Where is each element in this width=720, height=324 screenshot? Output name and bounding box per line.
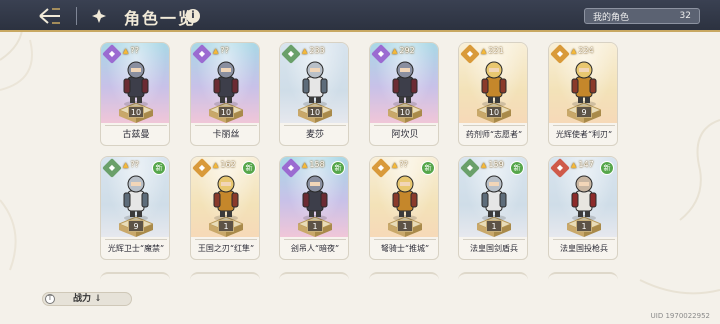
character-name: 光辉卫士“魔禁” [107, 244, 165, 253]
new-badge: 新 [510, 161, 524, 175]
partial-card-row3[interactable] [279, 272, 349, 292]
character-card[interactable]: ◆??10古兹曼 [100, 42, 170, 146]
character-name: 王国之刃“红隼” [197, 244, 255, 253]
character-power: 221 [481, 46, 503, 55]
character-card[interactable]: ◆29210阿坎贝 [369, 42, 439, 146]
character-level: 1 [307, 220, 323, 232]
character-level: 10 [307, 106, 323, 118]
character-name: 卡丽丝 [212, 130, 240, 140]
character-level: 1 [397, 220, 413, 232]
header-divider [76, 7, 77, 25]
character-card[interactable]: ◆162新1王国之刃“红隼” [190, 156, 260, 260]
character-power: 233 [302, 46, 324, 55]
character-card[interactable]: ◆??10卡丽丝 [190, 42, 260, 146]
character-sprite-icon [392, 175, 418, 221]
character-level: 1 [486, 220, 502, 232]
sort-label: 战力 ↓ [73, 294, 102, 304]
character-card[interactable]: ◆22110药剂师“志愿者” [458, 42, 528, 146]
my-characters-counter: 我的角色 32 [584, 8, 700, 24]
character-level: 1 [218, 220, 234, 232]
character-name: 药剂师“志愿者” [465, 130, 523, 139]
character-level: 10 [486, 106, 502, 118]
character-level: 9 [128, 220, 144, 232]
character-name: 法皇国剑盾兵 [470, 244, 518, 253]
back-arrow-icon[interactable] [38, 6, 62, 26]
character-sprite-icon [481, 175, 507, 221]
my-characters-count: 32 [679, 11, 691, 21]
character-card[interactable]: ◆??新1弩骑士“推城” [369, 156, 439, 260]
new-badge: 新 [331, 161, 345, 175]
partial-card-row3[interactable] [190, 272, 260, 292]
character-level: 10 [128, 106, 144, 118]
character-name: 刽吊人“暗夜” [290, 244, 340, 253]
new-badge: 新 [152, 161, 166, 175]
partial-card-row3[interactable] [100, 272, 170, 292]
character-sprite-icon [481, 61, 507, 107]
partial-card-row3[interactable] [369, 272, 439, 292]
character-level: 10 [218, 106, 234, 118]
character-sprite-icon [213, 175, 239, 221]
character-power: ?? [123, 46, 139, 55]
character-sprite-icon [302, 175, 328, 221]
character-power: 159 [481, 160, 503, 169]
character-power: 292 [392, 46, 414, 55]
character-level: 9 [576, 106, 592, 118]
character-power: ?? [123, 160, 139, 169]
character-power: 158 [302, 160, 324, 169]
character-name: 光辉使者“利刃” [555, 130, 613, 139]
new-badge: 新 [600, 161, 614, 175]
character-level: 1 [576, 220, 592, 232]
character-power: 162 [213, 160, 235, 169]
character-level: 10 [397, 106, 413, 118]
info-icon[interactable]: i [186, 9, 200, 23]
character-list-icon [92, 9, 106, 23]
uid-label: UID 1970022952 [650, 312, 710, 320]
character-card[interactable]: ◆23310麦莎 [279, 42, 349, 146]
sort-toggle-icon: T [45, 294, 55, 304]
character-name: 法皇国投枪兵 [560, 244, 608, 253]
character-name: 阿坎贝 [391, 130, 419, 140]
character-power: ?? [213, 46, 229, 55]
character-sprite-icon [123, 61, 149, 107]
partial-card-row3[interactable] [548, 272, 618, 292]
character-sprite-icon [123, 175, 149, 221]
top-bar: 角色一览 i 我的角色 32 [0, 0, 720, 32]
new-badge: 新 [242, 161, 256, 175]
character-card[interactable]: ◆158新1刽吊人“暗夜” [279, 156, 349, 260]
character-sprite-icon [213, 61, 239, 107]
sort-by-power-button[interactable]: T 战力 ↓ [42, 292, 132, 306]
character-power: 147 [571, 160, 593, 169]
new-badge: 新 [421, 161, 435, 175]
character-card[interactable]: ◆??新9光辉卫士“魔禁” [100, 156, 170, 260]
character-card[interactable]: ◆147新1法皇国投枪兵 [548, 156, 618, 260]
character-card[interactable]: ◆159新1法皇国剑盾兵 [458, 156, 528, 260]
my-characters-label: 我的角色 [593, 12, 630, 23]
character-sprite-icon [571, 175, 597, 221]
character-power: ?? [392, 160, 408, 169]
character-sprite-icon [392, 61, 418, 107]
character-power: 224 [571, 46, 593, 55]
character-name: 麦莎 [305, 130, 324, 140]
partial-card-row3[interactable] [458, 272, 528, 292]
character-name: 古兹曼 [122, 130, 150, 140]
character-card[interactable]: ◆2249光辉使者“利刃” [548, 42, 618, 146]
character-sprite-icon [302, 61, 328, 107]
character-sprite-icon [571, 61, 597, 107]
character-name: 弩骑士“推城” [380, 244, 430, 253]
